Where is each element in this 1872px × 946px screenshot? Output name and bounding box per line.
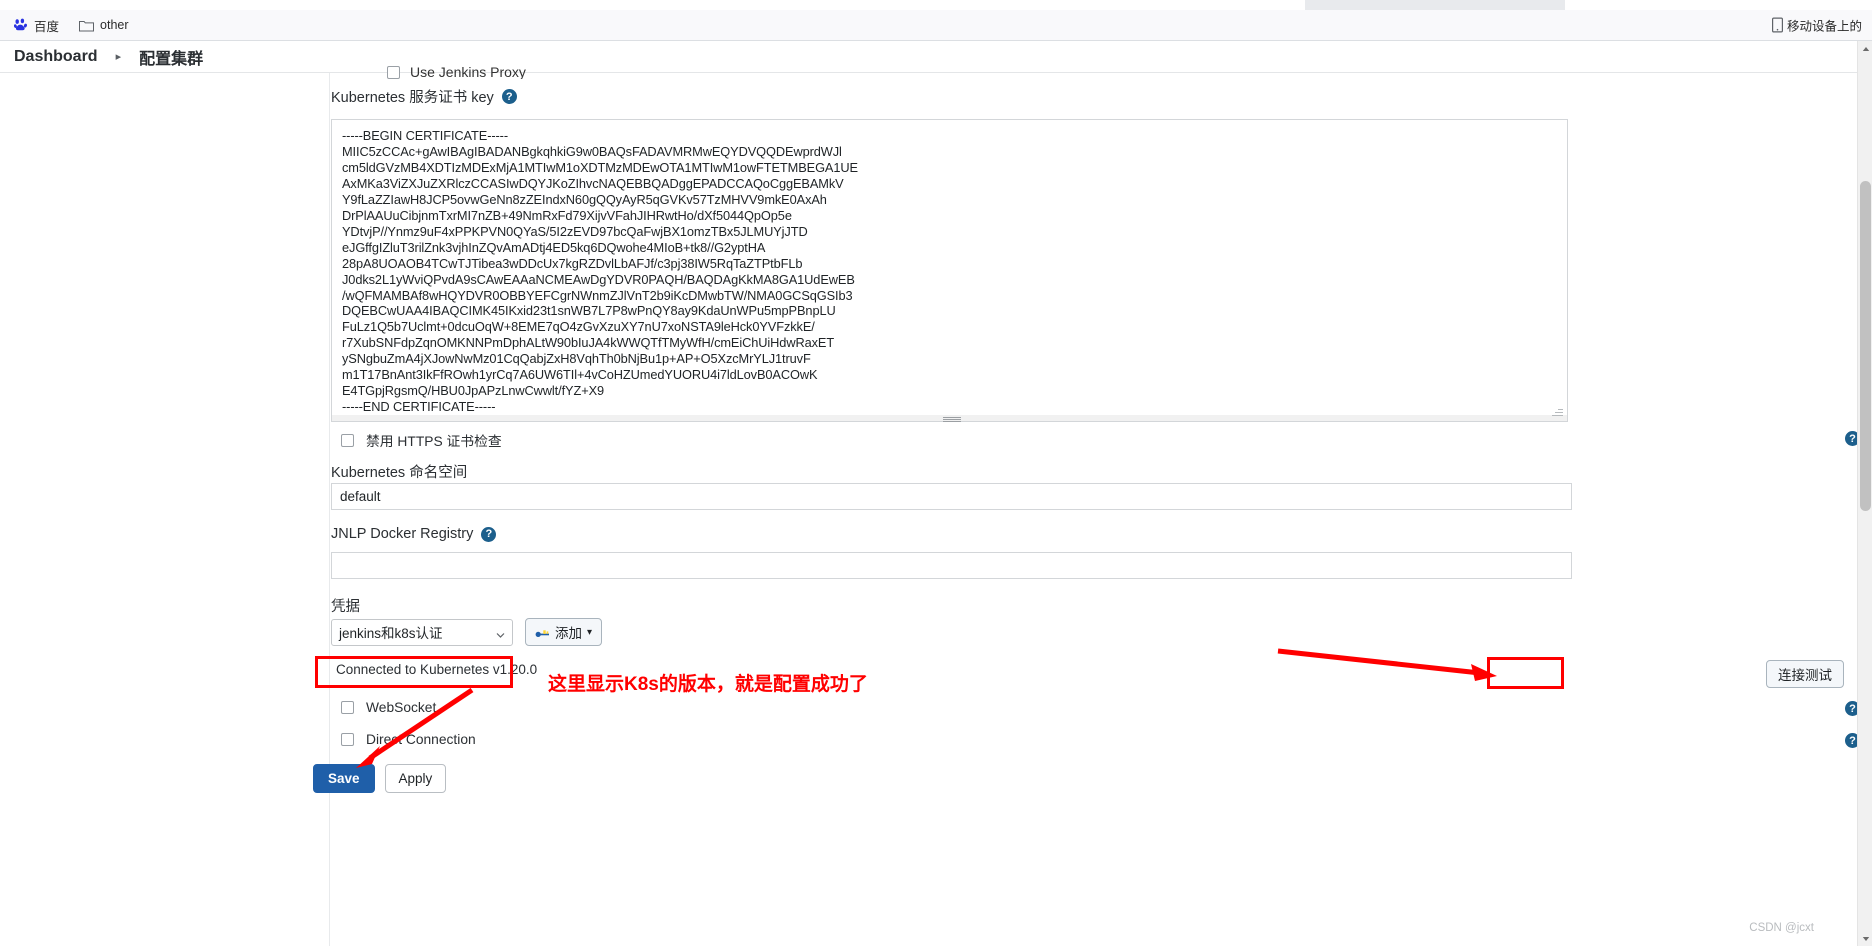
connection-status-text: Connected to Kubernetes v1.20.0 (336, 662, 538, 677)
cloud-configuration-form: Use Jenkins Proxy Kubernetes 服务证书 key ? … (313, 65, 1872, 946)
mobile-device-icon (1771, 17, 1783, 33)
namespace-label: Kubernetes 命名空间 (331, 465, 468, 481)
chevron-down-icon (496, 628, 505, 638)
credentials-label: 凭据 (331, 599, 360, 615)
direct-connection-check-row[interactable]: Direct Connection (341, 732, 476, 747)
cert-resize-corner-icon[interactable] (1551, 405, 1563, 417)
bookmark-label: other (100, 18, 129, 32)
help-icon-jnlp-registry[interactable]: ? (481, 526, 497, 542)
bookmark-label: 移动设备上的 (1786, 19, 1862, 34)
page-scrollbar[interactable] (1857, 41, 1872, 946)
scroll-down-arrow-icon[interactable] (1858, 931, 1872, 946)
form-actions: Save Apply (313, 764, 447, 793)
bookmark-baidu[interactable]: 百度 (6, 14, 67, 37)
breadcrumb: Dashboard ▸ 配置集群 (0, 41, 1872, 73)
cert-key-textarea[interactable]: -----BEGIN CERTIFICATE----- MIIC5zCCAc+g… (331, 119, 1568, 421)
cert-key-label-row: Kubernetes 服务证书 key ? (331, 86, 517, 107)
annotation-note: 这里显示K8s的版本，就是配置成功了 (548, 674, 868, 695)
credentials-row: jenkins和k8s认证 添加 ▾ (331, 618, 603, 646)
disable-https-check-checkbox[interactable] (341, 433, 354, 447)
tab-strip-remnant (1305, 0, 1565, 10)
sidebar-rail (0, 73, 330, 946)
credentials-selected-value: jenkins和k8s认证 (339, 626, 443, 641)
namespace-input[interactable]: default (331, 483, 1572, 510)
browser-tab-strip (0, 0, 1872, 10)
jnlp-registry-label-row: JNLP Docker Registry ? (331, 526, 497, 542)
websocket-label: WebSocket (366, 700, 437, 715)
breadcrumb-separator-icon: ▸ (115, 51, 122, 63)
save-button[interactable]: Save (313, 764, 375, 793)
test-connection-button[interactable]: 连接测试 (1766, 660, 1844, 688)
use-jenkins-proxy-checkbox-row[interactable]: Use Jenkins Proxy (387, 65, 526, 79)
scrollbar-thumb[interactable] (1860, 181, 1871, 511)
test-connection-wrap: 连接测试 (1766, 660, 1844, 688)
breadcrumb-dashboard[interactable]: Dashboard (8, 46, 104, 68)
cert-key-label-wrap: Kubernetes 服务证书 key ? (331, 86, 517, 107)
credentials-select[interactable]: jenkins和k8s认证 (331, 618, 513, 646)
watermark: CSDN @jcxt (1749, 922, 1814, 934)
add-credentials-caret-icon: ▾ (587, 626, 593, 638)
cert-key-label: Kubernetes 服务证书 key (331, 90, 494, 106)
jnlp-registry-label-wrap: JNLP Docker Registry ? (331, 526, 497, 542)
breadcrumb-current[interactable]: 配置集群 (133, 43, 209, 71)
bookmarks-bar: 百度 other 移动设备上的 (0, 10, 1872, 41)
folder-icon (79, 19, 95, 32)
add-credentials-button[interactable]: 添加 ▾ (525, 618, 603, 646)
direct-connection-checkbox[interactable] (341, 733, 354, 746)
disable-https-check-row[interactable]: 禁用 HTTPS 证书检查 (341, 430, 502, 450)
use-jenkins-proxy-checkbox[interactable] (387, 65, 400, 79)
add-credentials-label: 添加 (555, 626, 582, 641)
key-icon (535, 627, 550, 638)
jnlp-registry-input[interactable] (331, 552, 1572, 579)
baidu-icon (13, 18, 28, 32)
apply-button[interactable]: Apply (384, 764, 447, 793)
direct-connection-label: Direct Connection (366, 732, 476, 747)
help-icon[interactable]: ? (501, 89, 517, 104)
bookmark-mobile-devices[interactable]: 移动设备上的 (1766, 14, 1868, 37)
cert-drag-grip-icon (943, 417, 961, 422)
disable-https-check-label: 禁用 HTTPS 证书检查 (366, 434, 502, 449)
bookmark-folder-other[interactable]: other (71, 16, 137, 34)
page-body: Use Jenkins Proxy Kubernetes 服务证书 key ? … (0, 65, 1872, 946)
websocket-check-row[interactable]: WebSocket (341, 700, 436, 715)
use-jenkins-proxy-label: Use Jenkins Proxy (410, 65, 526, 79)
websocket-checkbox[interactable] (341, 701, 354, 714)
jnlp-registry-label: JNLP Docker Registry (331, 526, 474, 542)
scroll-up-arrow-icon[interactable] (1858, 41, 1872, 56)
bookmark-label: 百度 (34, 19, 60, 34)
